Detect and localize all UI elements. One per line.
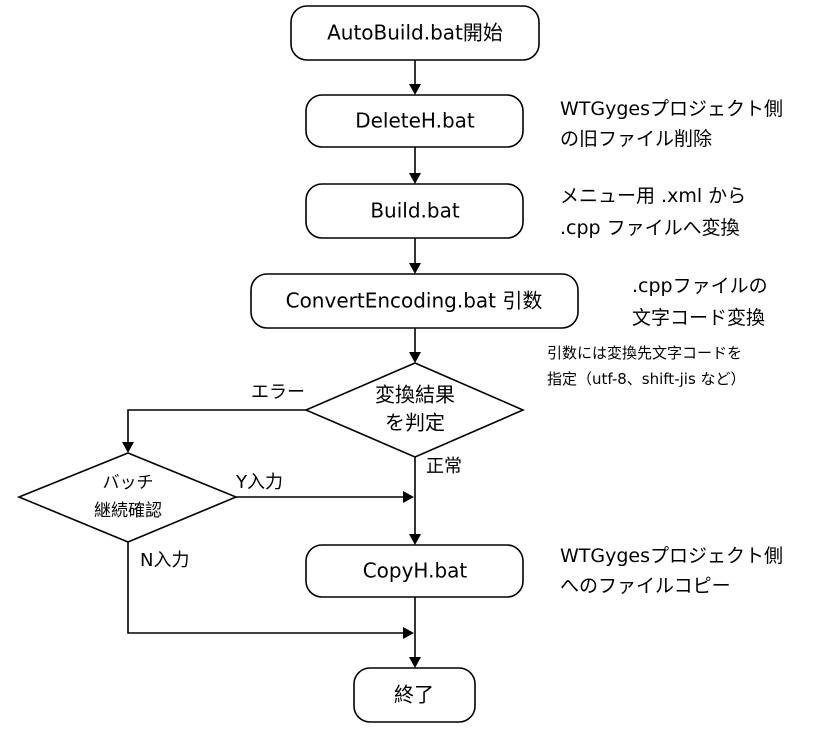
- decision-node: 変換結果 を判定: [303, 362, 526, 458]
- no-input-label: N入力: [140, 550, 189, 571]
- batch-label-line2: 継続確認: [94, 501, 162, 521]
- batch-label-line1: バッチ: [103, 473, 154, 493]
- argument-note-line1: 引数には変換先文字コードを: [547, 344, 742, 362]
- arrowhead: [409, 534, 421, 545]
- convert-node: ConvertEncoding.bat 引数: [250, 273, 579, 329]
- argument-note-line2: 指定（utf-8、shift-jis など）: [547, 370, 746, 388]
- decision-label-line2: を判定: [385, 411, 445, 435]
- arrowhead: [403, 491, 414, 503]
- arrowhead: [409, 263, 421, 274]
- convert-note-line1: .cppファイルの: [632, 275, 768, 297]
- arrowhead: [122, 442, 134, 453]
- arrowhead: [409, 352, 421, 363]
- arrowhead: [409, 173, 421, 184]
- build-node: Build.bat: [305, 183, 524, 239]
- normal-label: 正常: [426, 456, 462, 477]
- batch-continue-node: バッチ 継続確認: [16, 452, 239, 543]
- error-label: エラー: [251, 382, 305, 403]
- delete-note-line1: WTGygesプロジェクト側: [560, 98, 783, 120]
- copy-node: CopyH.bat: [305, 544, 524, 598]
- flowchart: AutoBuild.bat開始 DeleteH.bat Build.bat Co…: [16, 5, 783, 723]
- arrowhead: [403, 627, 414, 639]
- end-node: 終了: [353, 667, 476, 723]
- delete-note-line2: の旧ファイル削除: [560, 128, 712, 150]
- arrowhead: [409, 84, 421, 95]
- copy-note-line1: WTGygesプロジェクト側: [560, 545, 783, 567]
- yes-input-label: Y入力: [235, 472, 283, 493]
- decision-label-line1: 変換結果: [375, 383, 455, 407]
- convert-note-line2: 文字コード変換: [632, 307, 765, 329]
- convert-label: ConvertEncoding.bat 引数: [286, 289, 543, 313]
- copy-note-line2: へのファイルコピー: [560, 575, 731, 597]
- connector-error-to-batch: [127, 409, 306, 443]
- start-node: AutoBuild.bat開始: [290, 5, 540, 61]
- delete-label: DeleteH.bat: [355, 109, 475, 133]
- arrowhead: [409, 657, 421, 668]
- end-label: 終了: [394, 683, 434, 707]
- build-note-line2: .cpp ファイルへ変換: [560, 217, 740, 239]
- build-label: Build.bat: [370, 199, 460, 223]
- build-note-line1: メニュー用 .xml から: [560, 185, 746, 207]
- copy-label: CopyH.bat: [363, 559, 468, 583]
- start-label: AutoBuild.bat開始: [327, 21, 503, 45]
- delete-node: DeleteH.bat: [305, 94, 524, 148]
